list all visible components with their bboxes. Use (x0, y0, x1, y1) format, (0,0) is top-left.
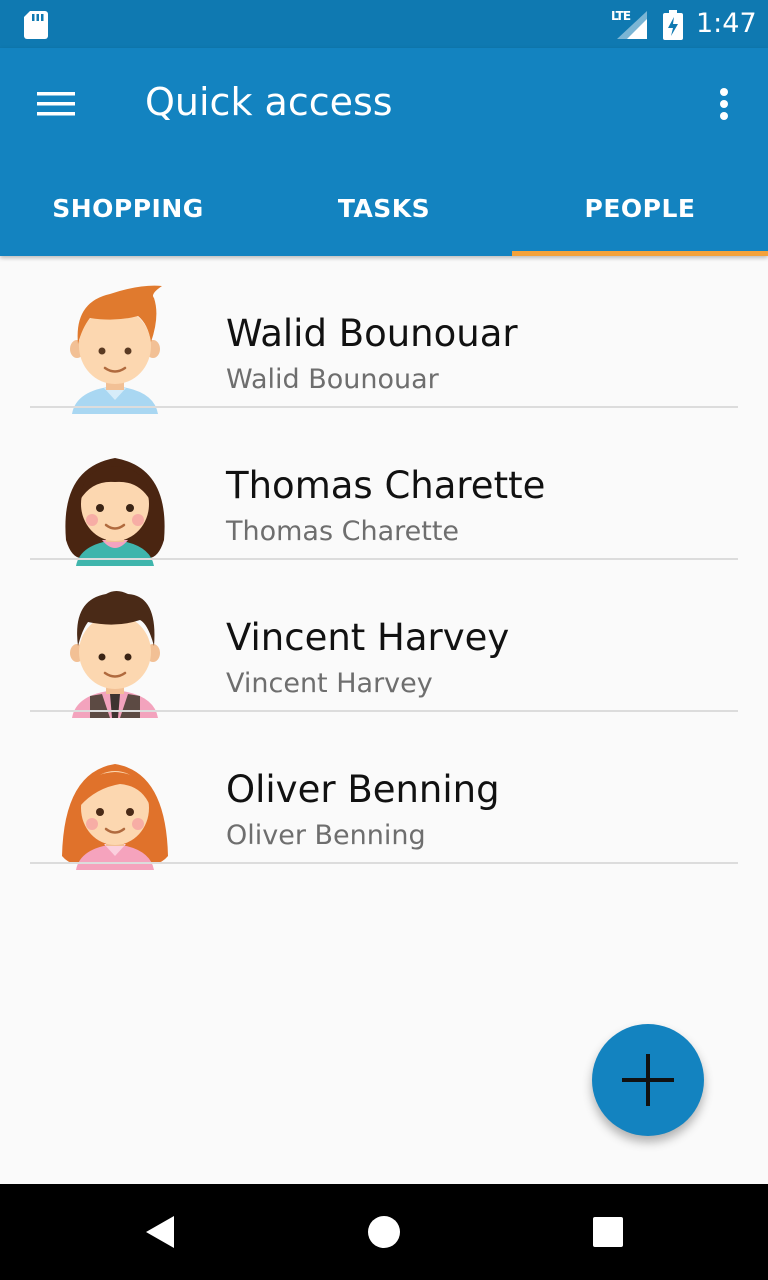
back-triangle-icon (146, 1216, 174, 1248)
nav-back-button[interactable] (136, 1208, 184, 1256)
plus-icon (622, 1054, 674, 1106)
hamburger-menu-icon (37, 92, 75, 116)
boy-brown-hair-avatar (70, 591, 160, 718)
list-item[interactable]: Thomas Charette Thomas Charette (0, 408, 768, 566)
list-item[interactable]: Walid Bounouar Walid Bounouar (0, 256, 768, 414)
person-subtitle: Vincent Harvey (226, 668, 433, 699)
person-subtitle: Thomas Charette (226, 516, 460, 547)
nav-recents-button[interactable] (584, 1208, 632, 1256)
home-circle-icon (368, 1216, 400, 1248)
signal-icon (617, 11, 647, 39)
recents-square-icon (593, 1217, 623, 1247)
page-title: Quick access (145, 80, 393, 124)
list-item[interactable]: Vincent Harvey Vincent Harvey (0, 560, 768, 718)
more-vert-icon (720, 88, 728, 120)
tab-bar: SHOPPING TASKS PEOPLE (0, 160, 768, 256)
list-item[interactable]: Oliver Benning Oliver Benning (0, 712, 768, 870)
person-name: Walid Bounouar (226, 312, 518, 355)
battery-charging-icon (663, 10, 683, 40)
tab-shopping[interactable]: SHOPPING (0, 160, 256, 256)
system-navigation-bar (0, 1184, 768, 1280)
girl-brown-hair-avatar (65, 458, 165, 566)
person-name: Oliver Benning (226, 768, 500, 811)
tab-tasks[interactable]: TASKS (256, 160, 512, 256)
app-bar: Quick access SHOPPING TASKS PEOPLE (0, 48, 768, 256)
person-subtitle: Walid Bounouar (226, 364, 439, 395)
sd-card-icon (24, 11, 48, 39)
status-clock: 1:47 (696, 8, 757, 39)
menu-button[interactable] (24, 80, 88, 128)
nav-home-button[interactable] (360, 1208, 408, 1256)
girl-orange-hair-avatar (62, 764, 168, 870)
list-divider (30, 862, 738, 864)
people-list: Walid Bounouar Walid Bounouar Thomas Cha… (0, 256, 768, 870)
status-bar: LTE 1:47 (0, 0, 768, 48)
person-subtitle: Oliver Benning (226, 820, 426, 851)
overflow-menu-button[interactable] (700, 80, 748, 128)
add-person-button[interactable] (592, 1024, 704, 1136)
tab-people[interactable]: PEOPLE (512, 160, 768, 256)
boy-orange-hair-avatar (70, 285, 162, 414)
person-name: Thomas Charette (226, 464, 546, 507)
person-name: Vincent Harvey (226, 616, 510, 659)
